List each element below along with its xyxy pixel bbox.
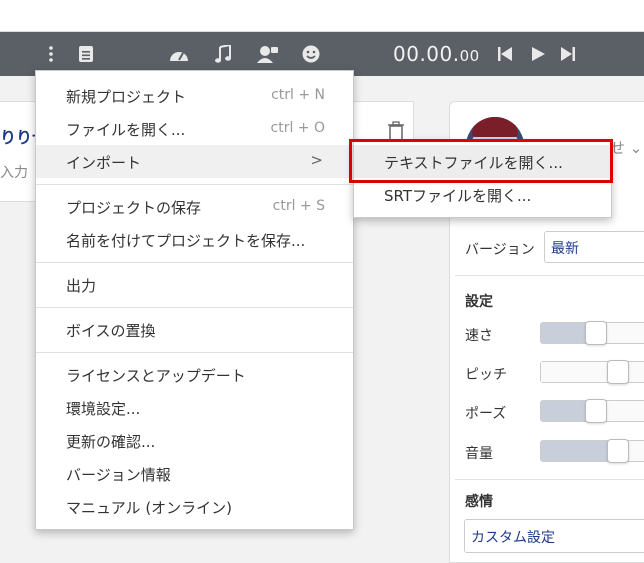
menu-separator (36, 352, 353, 353)
menu-separator (36, 184, 353, 185)
file-menu: 新規プロジェクト ctrl + N ファイルを開く... ctrl + O イン… (35, 70, 354, 530)
menu-item-preferences[interactable]: 環境設定... (36, 391, 353, 424)
emotion-select[interactable]: カスタム設定 (464, 519, 644, 553)
menu-item-manual-online[interactable]: マニュアル (オンライン) (36, 490, 353, 523)
highlight-box (349, 139, 613, 183)
slider-thumb[interactable] (607, 360, 629, 384)
slider-thumb[interactable] (607, 439, 629, 463)
version-select-value: 最新 (551, 241, 579, 257)
volume-slider[interactable] (540, 439, 644, 463)
title-area (0, 0, 644, 32)
emotion-select-value: カスタム設定 (471, 530, 555, 546)
menu-item-license-update[interactable]: ライセンスとアップデート (36, 358, 353, 391)
version-label: バージョン (465, 242, 535, 258)
menu-item-export[interactable]: 出力 (36, 268, 353, 301)
emotion-heading: 感情 (465, 494, 493, 510)
menu-item-import[interactable]: インポート > (36, 145, 353, 178)
slider-thumb[interactable] (585, 399, 607, 423)
speed-slider[interactable] (540, 321, 644, 345)
pitch-slider[interactable] (540, 360, 644, 384)
pause-label: ポーズ (465, 406, 507, 422)
menu-item-open-file[interactable]: ファイルを開く... ctrl + O (36, 112, 353, 145)
pause-slider[interactable] (540, 399, 644, 423)
menu-item-save-project[interactable]: プロジェクトの保存 ctrl + S (36, 190, 353, 223)
menu-separator (36, 262, 353, 263)
menu-item-new-project[interactable]: 新規プロジェクト ctrl + N (36, 79, 353, 112)
skip-back-icon[interactable] (495, 32, 515, 76)
menu-item-check-updates[interactable]: 更新の確認... (36, 424, 353, 457)
chevron-right-icon: > (310, 151, 323, 169)
menu-separator (36, 307, 353, 308)
menu-item-replace-voice[interactable]: ボイスの置換 (36, 313, 353, 346)
slider-thumb[interactable] (585, 321, 607, 345)
menu-item-version-info[interactable]: バージョン情報 (36, 457, 353, 490)
version-select[interactable]: 最新 (544, 231, 644, 263)
skip-forward-icon[interactable] (558, 32, 578, 76)
trash-icon[interactable] (388, 121, 404, 141)
divider (455, 275, 644, 276)
divider (455, 479, 644, 480)
voice-name-partial[interactable]: せ ⌄ (610, 137, 642, 158)
settings-heading: 設定 (465, 294, 493, 310)
time-display: 00.00.00 (393, 42, 480, 66)
speed-label: 速さ (465, 328, 493, 344)
pitch-label: ピッチ (465, 367, 507, 383)
volume-label: 音量 (465, 446, 493, 462)
play-icon[interactable] (528, 32, 548, 76)
text-input-placeholder[interactable]: 入力 (0, 162, 28, 182)
menu-item-save-as[interactable]: 名前を付けてプロジェクトを保存... (36, 223, 353, 256)
